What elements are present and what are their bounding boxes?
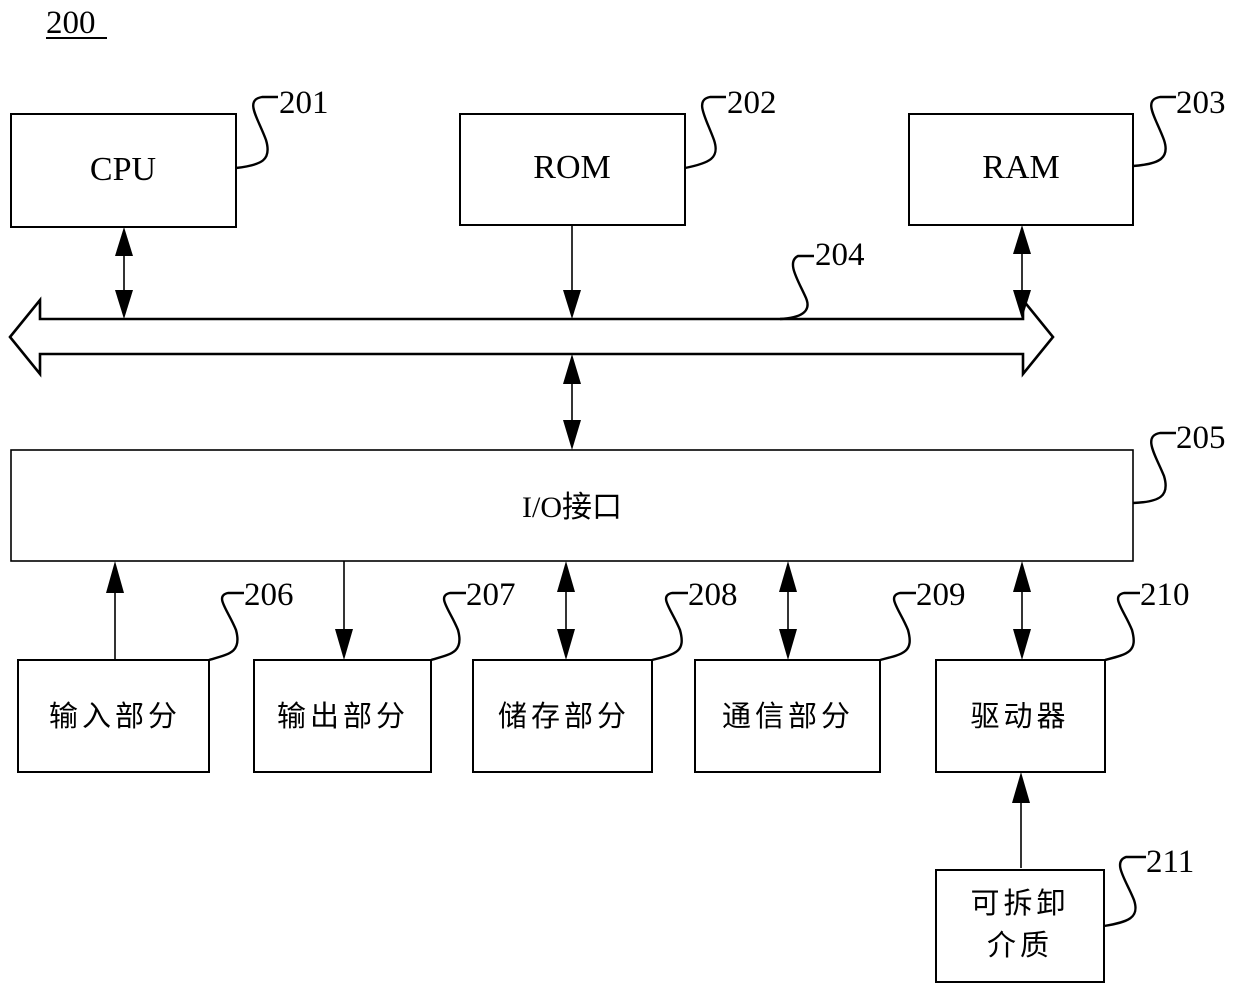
cpu-block: CPU 201 [10,85,329,228]
driver-ref: 210 [1140,577,1190,613]
arrowhead-down-icon [563,290,581,319]
arrowhead-up-icon [1012,772,1030,803]
communication-part-ref: 209 [916,577,966,613]
output-part-ref: 207 [466,577,516,613]
arrowhead-up-icon [1013,561,1031,592]
arrowhead-up-icon [1013,225,1031,254]
figure-number: 200 [46,5,96,41]
arrowhead-up-icon [779,561,797,592]
storage-leader-line [651,591,688,662]
bus-ref: 204 [815,237,865,273]
system-bus: 204 [8,237,1055,378]
removable-media-leader-line [1103,855,1146,928]
io-interface-label: I/O接口 [522,491,622,524]
output-part-label: 输出部分 [277,699,409,733]
block-diagram: 200 CPU 201 ROM 202 RAM 203 204 I/O接口 20… [8,5,1226,983]
removable-media-block: 可拆卸 介质 211 [935,844,1194,983]
arrowhead-up-icon [106,561,124,593]
communication-part-label: 通信部分 [722,699,854,733]
arrowhead-up-icon [557,561,575,592]
arrowhead-up-icon [563,354,581,384]
output-leader-line [430,591,466,662]
arrowhead-down-icon [1013,629,1031,660]
ram-label: RAM [982,149,1059,186]
communication-leader-line [879,591,916,662]
bus-io-connector [563,354,581,450]
cpu-leader-line [235,95,278,170]
ram-block: RAM 203 [908,85,1226,226]
arrowhead-down-icon [557,629,575,660]
driver-label: 驱动器 [970,699,1069,733]
input-part-block: 输入部分 206 [17,561,294,773]
input-leader-line [208,591,244,662]
cpu-ref: 201 [279,85,329,121]
removable-media-label-line1: 可拆卸 [970,886,1069,920]
driver-block: 驱动器 210 [935,561,1190,773]
rom-label: ROM [533,149,610,186]
arrowhead-down-icon [779,629,797,660]
removable-media-label-line2: 介质 [987,928,1053,962]
removable-media-ref: 211 [1146,844,1194,880]
arrowhead-down-icon [563,420,581,450]
arrowhead-down-icon [335,629,353,660]
rom-ref: 202 [727,85,777,121]
io-leader-line [1132,431,1176,505]
input-part-ref: 206 [244,577,294,613]
ram-leader-line [1132,95,1176,168]
cpu-label: CPU [90,151,156,188]
io-interface-ref: 205 [1176,420,1226,456]
bus-arrow [8,296,1055,378]
cpu-bus-connector [115,227,133,319]
storage-part-label: 储存部分 [498,699,630,733]
arrowhead-down-icon [115,290,133,319]
storage-part-ref: 208 [688,577,738,613]
rom-block: ROM 202 [459,85,777,226]
rom-leader-line [684,95,726,170]
rom-bus-connector [563,225,581,319]
media-driver-connector [1012,772,1030,868]
input-part-label: 输入部分 [49,699,181,733]
bus-leader-line [779,254,814,321]
io-interface-block: I/O接口 205 [10,420,1226,562]
arrowhead-up-icon [115,227,133,256]
ram-ref: 203 [1176,85,1226,121]
driver-leader-line [1104,591,1140,662]
